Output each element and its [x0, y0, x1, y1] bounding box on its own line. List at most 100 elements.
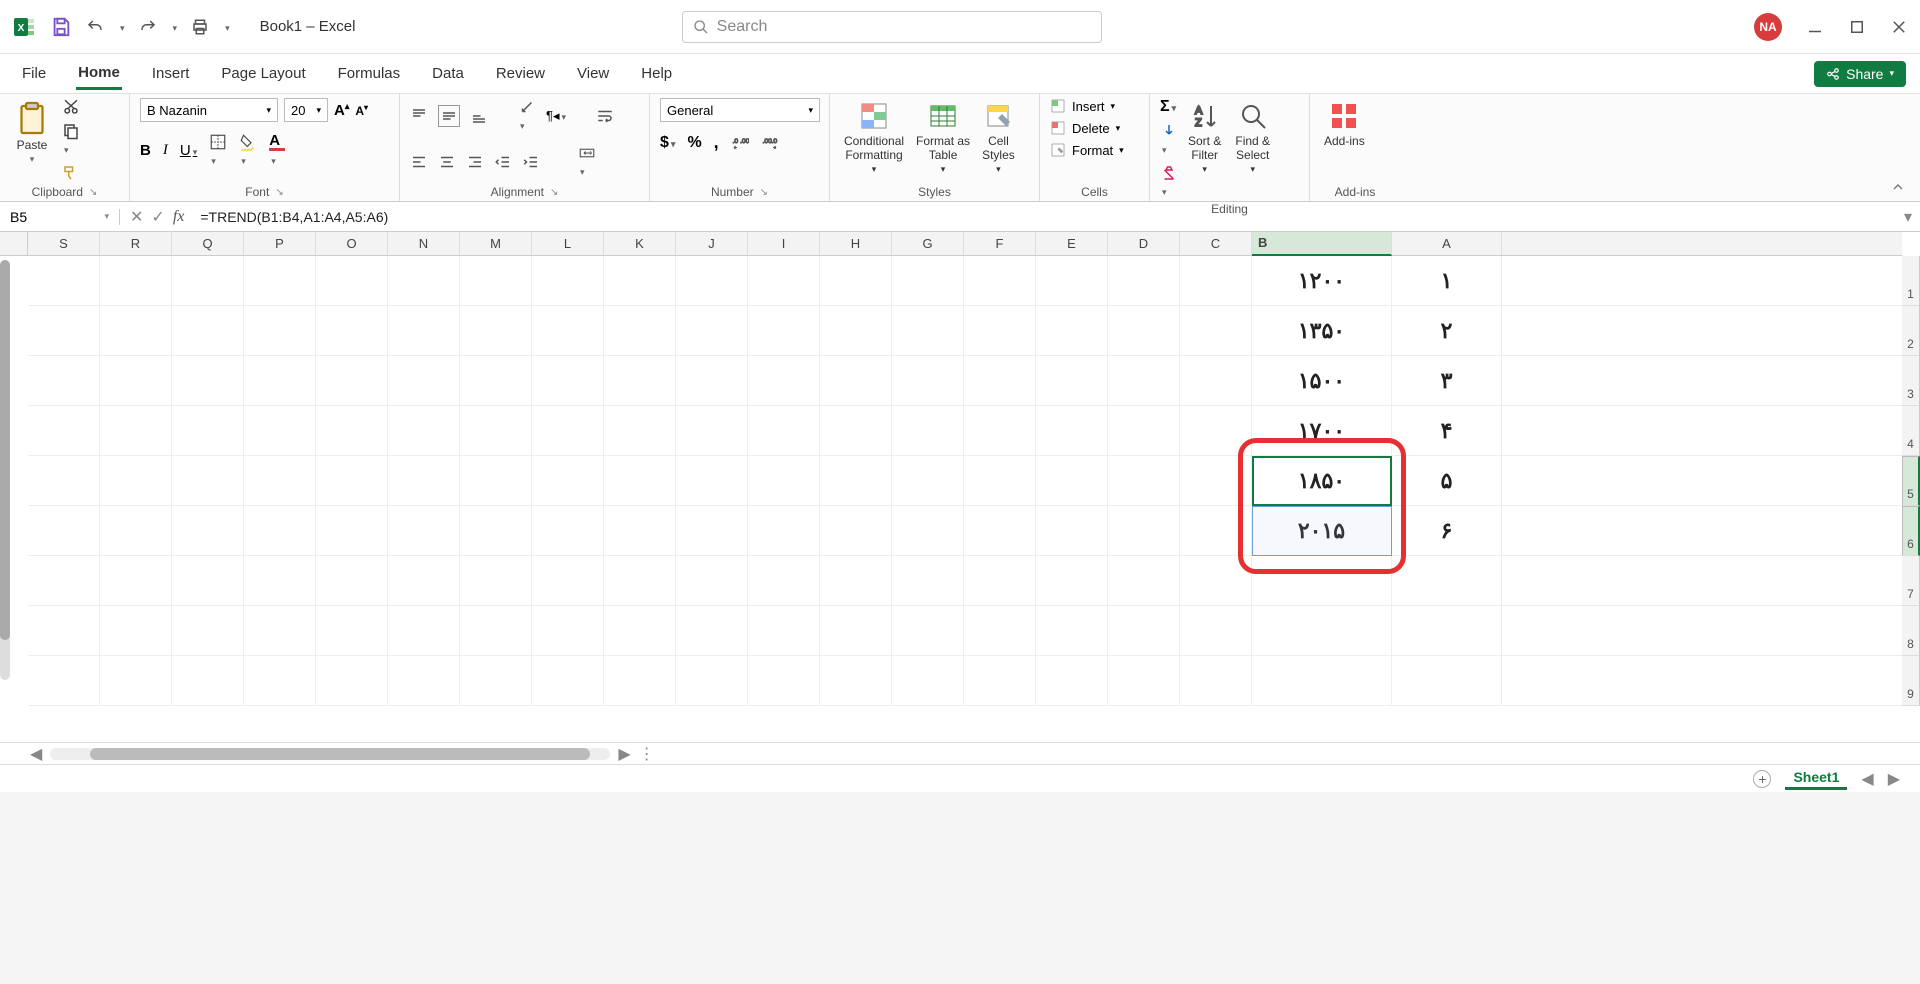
cell-F8[interactable] — [964, 606, 1036, 655]
cell-D6[interactable] — [1108, 506, 1180, 555]
cell-P7[interactable] — [244, 556, 316, 605]
cell-K2[interactable] — [604, 306, 676, 355]
alignment-launcher[interactable]: ↘ — [550, 187, 558, 198]
cell-F9[interactable] — [964, 656, 1036, 705]
formula-cancel-icon[interactable]: ✕ — [130, 207, 143, 227]
row-header-5[interactable]: 5 — [1902, 456, 1920, 506]
fill-icon[interactable] — [1160, 122, 1178, 158]
currency-icon[interactable]: $ — [660, 134, 675, 152]
border-button[interactable] — [209, 133, 227, 169]
cell-K6[interactable] — [604, 506, 676, 555]
cell-L2[interactable] — [532, 306, 604, 355]
cell-R2[interactable] — [100, 306, 172, 355]
col-header-K[interactable]: K — [604, 232, 676, 255]
cell-M5[interactable] — [460, 456, 532, 505]
cell-A6[interactable]: ۶ — [1392, 506, 1502, 555]
cell-P9[interactable] — [244, 656, 316, 705]
col-header-R[interactable]: R — [100, 232, 172, 255]
cell-F5[interactable] — [964, 456, 1036, 505]
cell-B2[interactable]: ۱۳۵۰ — [1252, 306, 1392, 355]
cell-B5[interactable]: ۱۸۵۰ — [1252, 456, 1392, 505]
cell-E5[interactable] — [1036, 456, 1108, 505]
cell-P5[interactable] — [244, 456, 316, 505]
cell-K1[interactable] — [604, 256, 676, 305]
decrease-font-icon[interactable]: A▾ — [355, 103, 368, 118]
undo-icon[interactable] — [86, 18, 104, 36]
tab-file[interactable]: File — [20, 59, 48, 88]
cell-F7[interactable] — [964, 556, 1036, 605]
share-button[interactable]: Share ▾ — [1814, 61, 1906, 87]
row-header-7[interactable]: 7 — [1902, 556, 1920, 606]
find-select-button[interactable]: Find & Select▾ — [1231, 98, 1274, 177]
cell-E3[interactable] — [1036, 356, 1108, 405]
cell-L1[interactable] — [532, 256, 604, 305]
font-name-select[interactable]: B Nazanin▾ — [140, 98, 278, 122]
cell-N3[interactable] — [388, 356, 460, 405]
cell-G2[interactable] — [892, 306, 964, 355]
copy-icon[interactable] — [62, 122, 80, 158]
hscroll-track[interactable] — [50, 748, 610, 760]
cell-E6[interactable] — [1036, 506, 1108, 555]
format-cells-button[interactable]: Format▾ — [1050, 142, 1124, 158]
cell-P2[interactable] — [244, 306, 316, 355]
cell-M2[interactable] — [460, 306, 532, 355]
row-header-2[interactable]: 2 — [1902, 306, 1920, 356]
cell-P3[interactable] — [244, 356, 316, 405]
cell-G3[interactable] — [892, 356, 964, 405]
cell-L3[interactable] — [532, 356, 604, 405]
cell-H3[interactable] — [820, 356, 892, 405]
cell-R8[interactable] — [100, 606, 172, 655]
cell-G4[interactable] — [892, 406, 964, 455]
cell-P1[interactable] — [244, 256, 316, 305]
hscroll-right-arrow[interactable]: ▶ — [618, 744, 630, 764]
conditional-formatting-button[interactable]: Conditional Formatting▾ — [840, 98, 908, 177]
cell-Q2[interactable] — [172, 306, 244, 355]
increase-font-icon[interactable]: A▴ — [334, 101, 349, 119]
cell-H9[interactable] — [820, 656, 892, 705]
cell-M7[interactable] — [460, 556, 532, 605]
qat-customize[interactable] — [223, 18, 230, 36]
cell-E9[interactable] — [1036, 656, 1108, 705]
cell-M9[interactable] — [460, 656, 532, 705]
format-painter-icon[interactable] — [62, 164, 80, 182]
cell-Q3[interactable] — [172, 356, 244, 405]
cell-K8[interactable] — [604, 606, 676, 655]
cell-styles-button[interactable]: Cell Styles▾ — [978, 98, 1019, 177]
cell-J3[interactable] — [676, 356, 748, 405]
cell-O5[interactable] — [316, 456, 388, 505]
col-header-J[interactable]: J — [676, 232, 748, 255]
cell-F4[interactable] — [964, 406, 1036, 455]
cell-L4[interactable] — [532, 406, 604, 455]
cell-C5[interactable] — [1180, 456, 1252, 505]
cell-E8[interactable] — [1036, 606, 1108, 655]
cell-R4[interactable] — [100, 406, 172, 455]
cut-icon[interactable] — [62, 98, 80, 116]
cell-O9[interactable] — [316, 656, 388, 705]
cell-B3[interactable]: ۱۵۰۰ — [1252, 356, 1392, 405]
formula-input[interactable]: =TREND(B1:B4,A1:A4,A5:A6) — [194, 209, 1896, 225]
align-left-icon[interactable] — [410, 153, 428, 171]
cell-A1[interactable]: ۱ — [1392, 256, 1502, 305]
cell-O7[interactable] — [316, 556, 388, 605]
cell-L9[interactable] — [532, 656, 604, 705]
grid-vscroll-indicator[interactable] — [0, 260, 10, 680]
font-size-select[interactable]: 20▾ — [284, 98, 328, 122]
cell-I3[interactable] — [748, 356, 820, 405]
sheet-tab[interactable]: Sheet1 — [1785, 767, 1847, 790]
cell-J5[interactable] — [676, 456, 748, 505]
fill-color-button[interactable] — [239, 133, 257, 169]
cell-R1[interactable] — [100, 256, 172, 305]
cell-D4[interactable] — [1108, 406, 1180, 455]
hscroll-left-arrow[interactable]: ◀ — [30, 744, 42, 764]
cell-O1[interactable] — [316, 256, 388, 305]
cell-F6[interactable] — [964, 506, 1036, 555]
cell-P6[interactable] — [244, 506, 316, 555]
cell-K5[interactable] — [604, 456, 676, 505]
cell-Q7[interactable] — [172, 556, 244, 605]
cell-J9[interactable] — [676, 656, 748, 705]
cell-K4[interactable] — [604, 406, 676, 455]
cell-B1[interactable]: ۱۲۰۰ — [1252, 256, 1392, 305]
cell-N1[interactable] — [388, 256, 460, 305]
cell-N8[interactable] — [388, 606, 460, 655]
tab-view[interactable]: View — [575, 59, 611, 88]
